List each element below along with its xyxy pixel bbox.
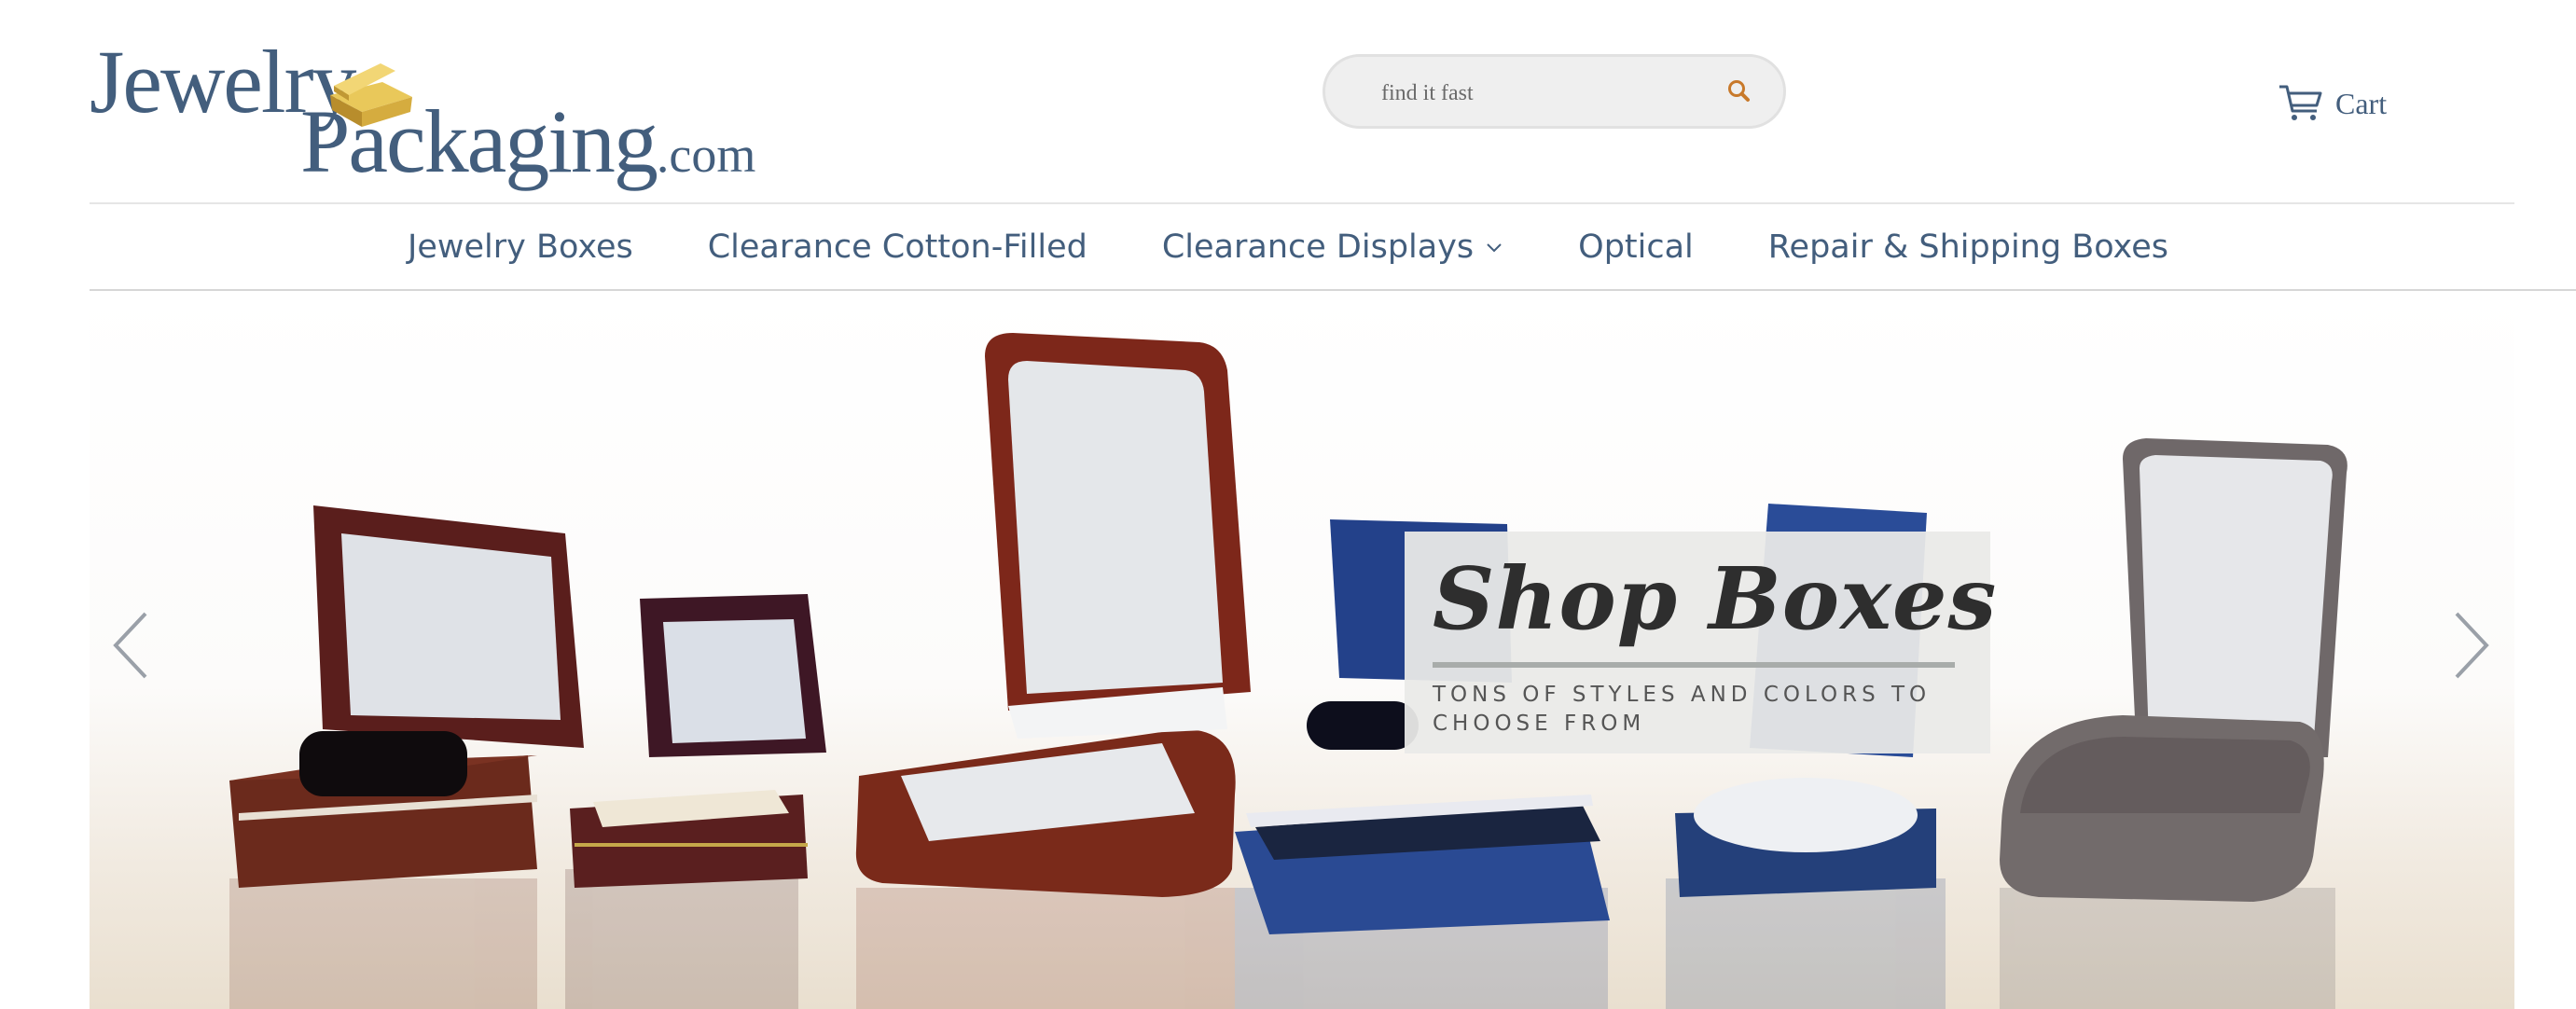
site-logo[interactable]: Jewelry Packaging.com <box>90 37 755 210</box>
search-icon[interactable] <box>1723 76 1756 109</box>
nav-item-optical[interactable]: Optical <box>1541 228 1731 266</box>
hero-slideshow[interactable]: Shop Boxes TONS OF STYLES AND COLORS TO … <box>90 291 2514 1009</box>
hero-title: Shop Boxes <box>1433 548 1998 649</box>
box-burgundy-large <box>229 505 584 888</box>
hero-subtitle: TONS OF STYLES AND COLORS TO CHOOSE FROM <box>1433 683 1932 736</box>
box-grey-open <box>2000 438 2347 902</box>
chevron-left-icon[interactable] <box>108 608 153 683</box>
box-plum-small <box>570 594 826 888</box>
site-header: Jewelry Packaging.com Cart <box>0 0 2576 204</box>
header-divider <box>90 202 2514 204</box>
main-nav: Jewelry Boxes Clearance Cotton-Filled Cl… <box>0 207 2576 287</box>
logo-word-packaging: Packaging.com <box>300 91 756 191</box>
chevron-right-icon[interactable] <box>2449 608 2494 683</box>
cart-label: Cart <box>2335 86 2388 120</box>
box-rust-tall <box>855 333 1251 897</box>
nav-item-clearance-displays[interactable]: Clearance Displays <box>1125 228 1541 266</box>
chevron-down-icon <box>1487 243 1502 253</box>
cart-link[interactable]: Cart <box>2278 80 2387 127</box>
cart-icon <box>2279 85 2322 120</box>
hero-product-image <box>229 333 2347 1009</box>
nav-item-clearance-cotton-filled[interactable]: Clearance Cotton-Filled <box>671 228 1125 266</box>
search-bar <box>1323 54 1786 129</box>
search-input[interactable] <box>1379 74 1700 113</box>
nav-item-jewelry-boxes[interactable]: Jewelry Boxes <box>370 228 671 266</box>
hero-caption[interactable]: Shop Boxes TONS OF STYLES AND COLORS TO … <box>1405 532 1996 753</box>
hero-divider <box>1433 662 1955 668</box>
nav-item-repair-shipping-boxes[interactable]: Repair & Shipping Boxes <box>1731 228 2206 266</box>
